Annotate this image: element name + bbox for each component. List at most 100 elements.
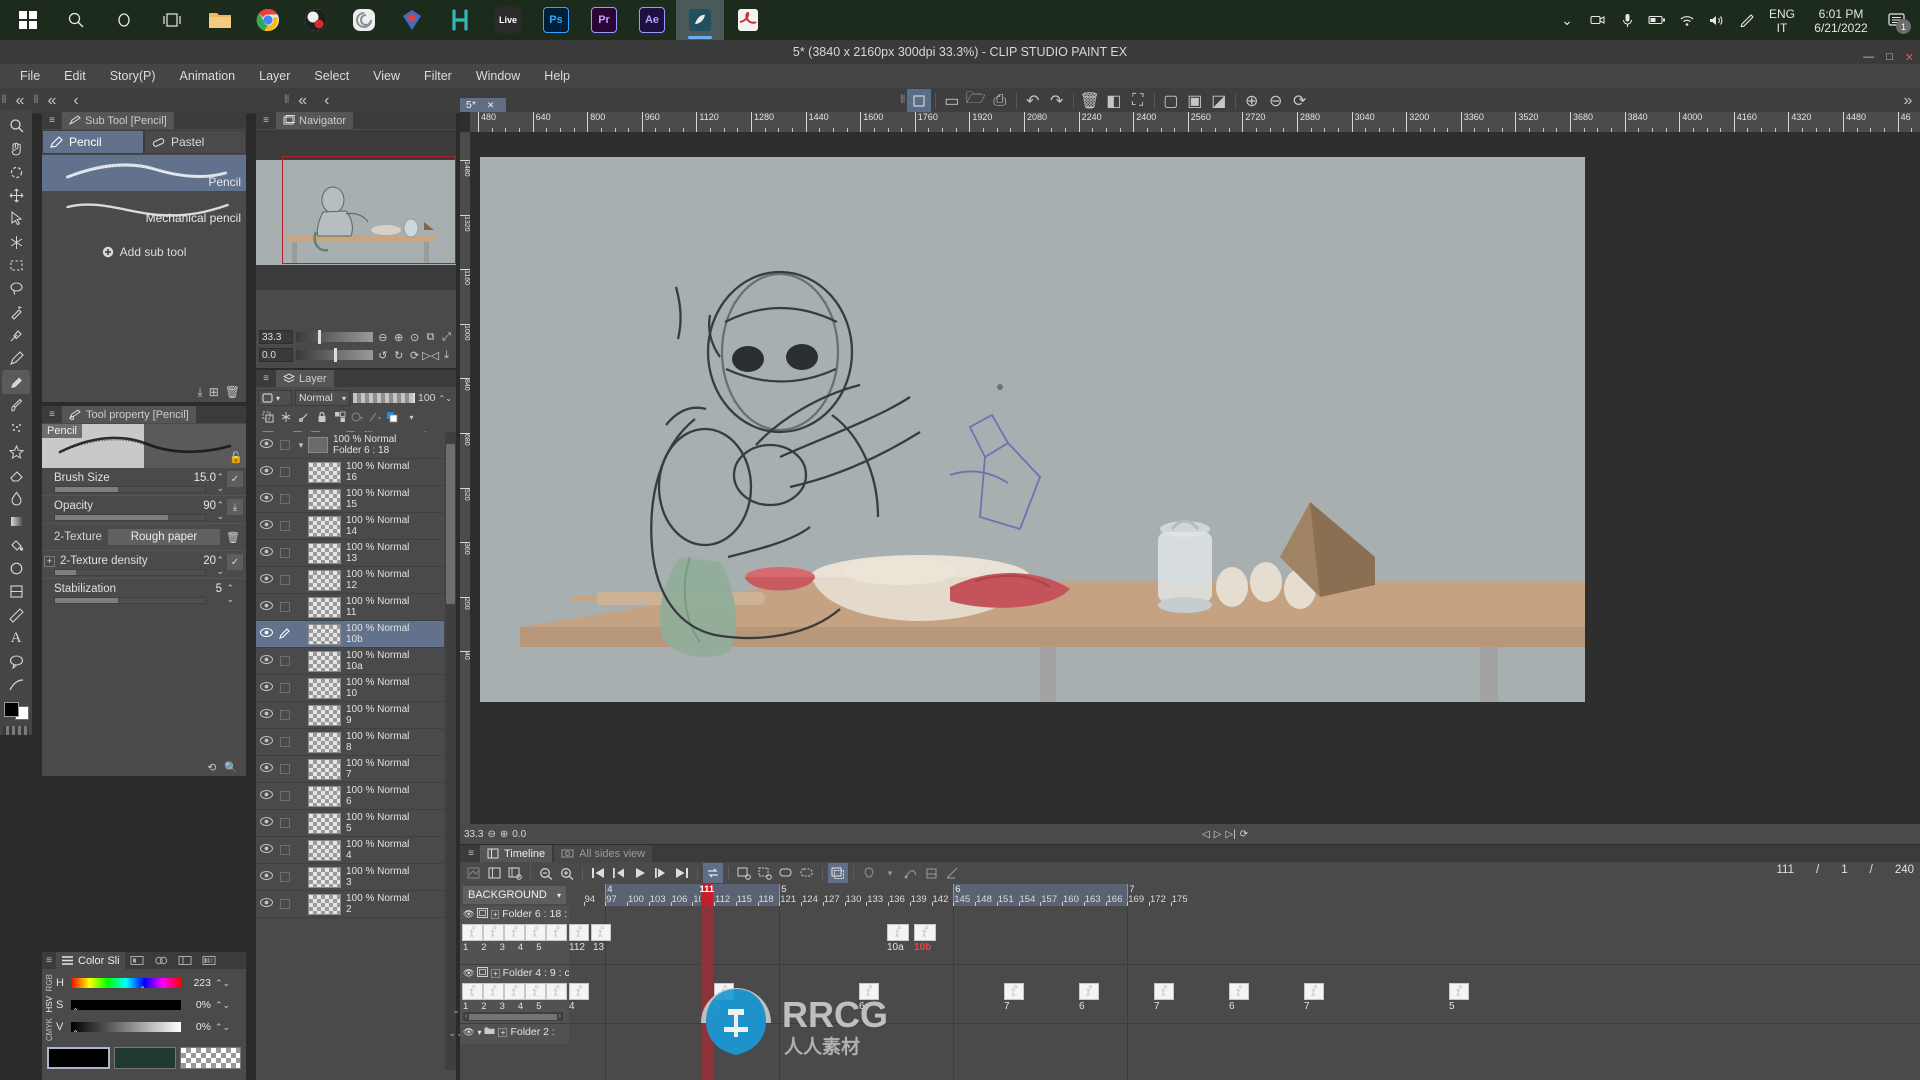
- layer-lock-checkbox[interactable]: [276, 845, 294, 855]
- menu-file[interactable]: File: [8, 64, 52, 88]
- select-all-icon[interactable]: ▢: [1159, 89, 1183, 113]
- cel-thumbnail[interactable]: [569, 924, 589, 941]
- navigator-zoom-slider[interactable]: [295, 330, 374, 344]
- texture-density-value[interactable]: 20: [203, 555, 216, 567]
- new-timeline-icon[interactable]: [484, 863, 504, 883]
- collapse-left-icon-2[interactable]: «: [40, 89, 64, 113]
- timeline-start-frame[interactable]: 1: [1841, 864, 1847, 876]
- layer-visibility-icon[interactable]: [256, 628, 276, 640]
- panel-menu-icon[interactable]: ≡: [46, 409, 58, 420]
- layer-row[interactable]: 100 % Normal 2: [256, 891, 444, 918]
- texture-density-expand-icon[interactable]: +: [44, 556, 55, 567]
- opacity-spinner[interactable]: ⌃ ⌄: [216, 500, 224, 522]
- document-tab-close-icon[interactable]: ✕: [487, 100, 495, 110]
- new-timeline-add-icon[interactable]: [505, 863, 525, 883]
- scale-icon[interactable]: ⛶: [1126, 89, 1150, 113]
- opacity-property[interactable]: Opacity 90 ⌃ ⌄ ⤓: [42, 496, 246, 524]
- lock-preview-icon[interactable]: 🔓: [229, 451, 243, 464]
- taskbar-app-adobe-photoshop[interactable]: Ps: [532, 0, 580, 40]
- lightbulb-icon[interactable]: [859, 863, 879, 883]
- play-icon[interactable]: [630, 863, 650, 883]
- menu-view[interactable]: View: [361, 64, 412, 88]
- cel-thumbnail[interactable]: [504, 983, 525, 1000]
- layer-thumbnail[interactable]: [308, 569, 341, 591]
- layer-visibility-icon[interactable]: [256, 547, 276, 559]
- texture-density-spinner[interactable]: ⌃ ⌄: [216, 555, 224, 577]
- layer-lock-checkbox[interactable]: [276, 710, 294, 720]
- texture-density-property[interactable]: + 2-Texture density 20 ⌃ ⌄ ✓: [42, 551, 246, 579]
- mask-icon[interactable]: [277, 409, 294, 426]
- stabilization-value[interactable]: 5: [216, 583, 222, 595]
- layer-thumbnail[interactable]: [308, 650, 341, 672]
- color-mode-hsv[interactable]: HSV: [45, 996, 54, 1012]
- pen-icon[interactable]: [1732, 0, 1762, 40]
- figure-tool[interactable]: [2, 557, 30, 580]
- grip-handle[interactable]: ⦀: [283, 92, 291, 110]
- minimize-button[interactable]: —: [1863, 51, 1874, 64]
- layer-visibility-icon[interactable]: [256, 682, 276, 694]
- folder-collapse-icon[interactable]: ▾: [294, 440, 308, 451]
- layer-lock-checkbox[interactable]: [276, 656, 294, 666]
- tab-tool-property[interactable]: Tool property [Pencil]: [62, 406, 196, 423]
- panel-menu-icon[interactable]: ≡: [464, 848, 478, 859]
- layer-lock-checkbox[interactable]: [276, 440, 294, 450]
- layer-thumbnail[interactable]: [308, 839, 341, 861]
- taskbar-app-clip-studio-paint[interactable]: [676, 0, 724, 40]
- hue-value[interactable]: 223: [185, 977, 211, 989]
- delete-sub-tool-icon[interactable]: 🗑: [225, 385, 240, 399]
- ruler-range-icon[interactable]: ▾: [367, 409, 384, 426]
- tab-color-slider[interactable]: Color Sli: [56, 952, 125, 969]
- track-horizontal-scrollbar[interactable]: ‹ ›: [463, 1012, 563, 1021]
- track-visibility-icon[interactable]: 👁: [463, 909, 474, 920]
- microphone-icon[interactable]: [1612, 0, 1642, 40]
- menu-story[interactable]: Story(P): [98, 64, 168, 88]
- cel-thumbnail[interactable]: [546, 983, 567, 1000]
- layer-list[interactable]: ▾ 100 % Normal Folder 6 : 18 100 % Normal 16…: [256, 432, 444, 1070]
- taskbar-app-blender-gem[interactable]: [388, 0, 436, 40]
- search-icon[interactable]: [52, 0, 100, 40]
- track-expand-icon[interactable]: +: [498, 1027, 508, 1037]
- layer-thumbnail[interactable]: [308, 461, 341, 483]
- layer-row[interactable]: 100 % Normal 14: [256, 513, 444, 540]
- value-slider[interactable]: ⌃: [71, 1022, 181, 1038]
- timeline-track[interactable]: 👁 ▾ + Folder 2 :: [460, 1024, 1920, 1044]
- clock[interactable]: 6:01 PM 6/21/2022: [1802, 5, 1880, 35]
- add-sub-tool-button[interactable]: Add sub tool: [42, 245, 246, 259]
- hue-slider[interactable]: ⌃: [71, 978, 181, 994]
- eraser-tool[interactable]: [2, 464, 30, 487]
- track-visibility-icon[interactable]: 👁: [463, 968, 474, 979]
- grip-handle[interactable]: ⦀: [0, 92, 8, 110]
- layer-visibility-icon[interactable]: [256, 898, 276, 910]
- tab-intermediate-color[interactable]: [197, 952, 221, 969]
- layer-visibility-icon[interactable]: [256, 790, 276, 802]
- timeline-current-frame[interactable]: 111: [1777, 864, 1794, 876]
- grip-handle[interactable]: ⦀: [32, 92, 40, 110]
- chevron-down-icon[interactable]: ▾: [557, 891, 561, 900]
- main-color-swatch[interactable]: [47, 1046, 111, 1069]
- delete-icon[interactable]: 🗑: [1078, 89, 1102, 113]
- pen-tool[interactable]: [2, 347, 30, 370]
- cel-thumbnail[interactable]: [483, 983, 504, 1000]
- brush-tool[interactable]: [2, 394, 30, 417]
- menu-window[interactable]: Window: [464, 64, 532, 88]
- opacity-dynamics-toggle[interactable]: ⤓: [227, 499, 243, 515]
- loop-icon[interactable]: [703, 863, 723, 883]
- cortana-icon[interactable]: [100, 0, 148, 40]
- scroll-right-icon[interactable]: ›: [559, 1013, 561, 1020]
- timeline-track[interactable]: 👁 + Folder 4 : 9 : cel: [460, 965, 1920, 1023]
- timeline-vertical-scroll[interactable]: ⌄ ⌄⌄: [448, 1005, 463, 1065]
- save-icon[interactable]: 🗁: [964, 89, 988, 113]
- airbrush-tool[interactable]: [2, 417, 30, 440]
- cel-thumbnail[interactable]: [1449, 983, 1469, 1000]
- move-layer-tool[interactable]: [2, 184, 30, 207]
- fill-tool[interactable]: [2, 534, 30, 557]
- timeline-track-header[interactable]: 👁 + Folder 4 : 9 : cel: [460, 965, 569, 1023]
- layer-row[interactable]: 100 % Normal 11: [256, 594, 444, 621]
- layer-thumbnail[interactable]: [308, 515, 341, 537]
- brush-size-dynamics-toggle[interactable]: ✓: [227, 471, 243, 487]
- chevron-up-icon[interactable]: ⌄: [1552, 0, 1582, 40]
- canvas-nav-next-icon[interactable]: ▷|: [1225, 829, 1235, 840]
- maximize-button[interactable]: □: [1886, 51, 1893, 64]
- keyframe-icon[interactable]: [943, 863, 963, 883]
- layer-folder-row[interactable]: ▾ 100 % Normal Folder 6 : 18: [256, 432, 444, 459]
